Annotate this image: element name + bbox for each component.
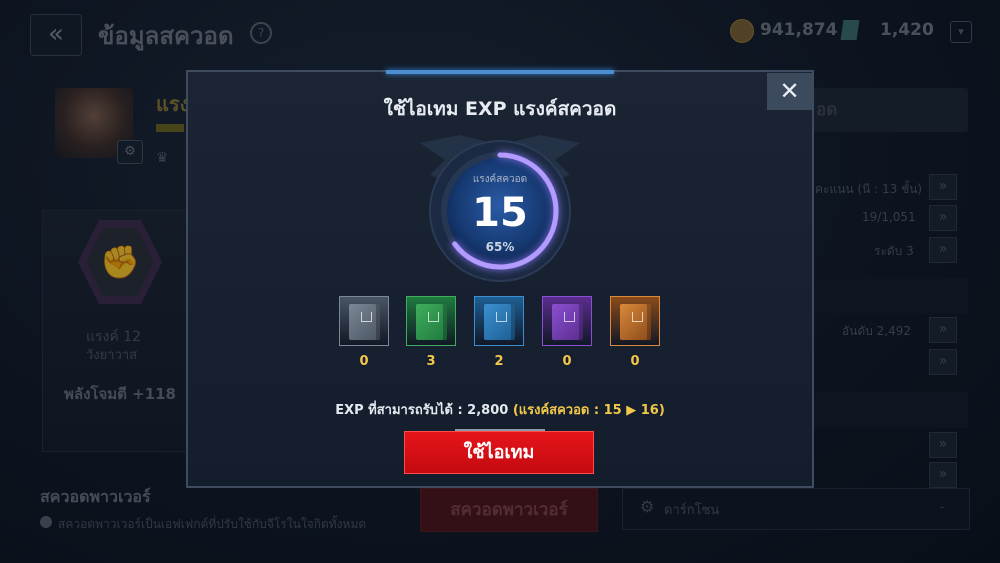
item-count-orange: 0 [630,354,640,369]
gauge-rank-value: 15 [472,190,528,236]
item-count-blue: 2 [494,354,504,369]
gauge-percent: 65% [485,240,515,254]
exp-summary-text: EXP ที่สามารถรับได้ : 2,800 [335,403,513,418]
dialog-title: ใช้ไอเทม EXP แรงค์สควอด [383,98,617,120]
dialog-top-glow [386,70,614,74]
exp-summary: EXP ที่สามารถรับได้ : 2,800 (แรงค์สควอด … [186,399,814,420]
exp-item-slot-blue[interactable] [474,296,524,346]
item-count-gray: 0 [359,354,369,369]
item-count-purple: 0 [562,354,572,369]
use-item-button[interactable]: ใช้ไอเทม [404,431,594,474]
exp-item-slot-gray[interactable] [339,296,389,346]
exp-item-slot-green[interactable] [406,296,456,346]
close-icon[interactable]: ✕ [767,73,812,110]
exp-book-gray-icon [349,304,380,340]
gauge-label: แรงค์สควอด [472,174,528,185]
exp-book-green-icon [416,304,447,340]
exp-book-orange-icon [620,304,651,340]
rank-change-text: (แรงค์สควอด : 15 ▶ 16) [512,403,665,418]
exp-item-slot-orange[interactable] [610,296,660,346]
exp-book-blue-icon [484,304,515,340]
exp-item-slot-purple[interactable] [542,296,592,346]
exp-book-purple-icon [552,304,583,340]
item-count-green: 3 [426,354,436,369]
